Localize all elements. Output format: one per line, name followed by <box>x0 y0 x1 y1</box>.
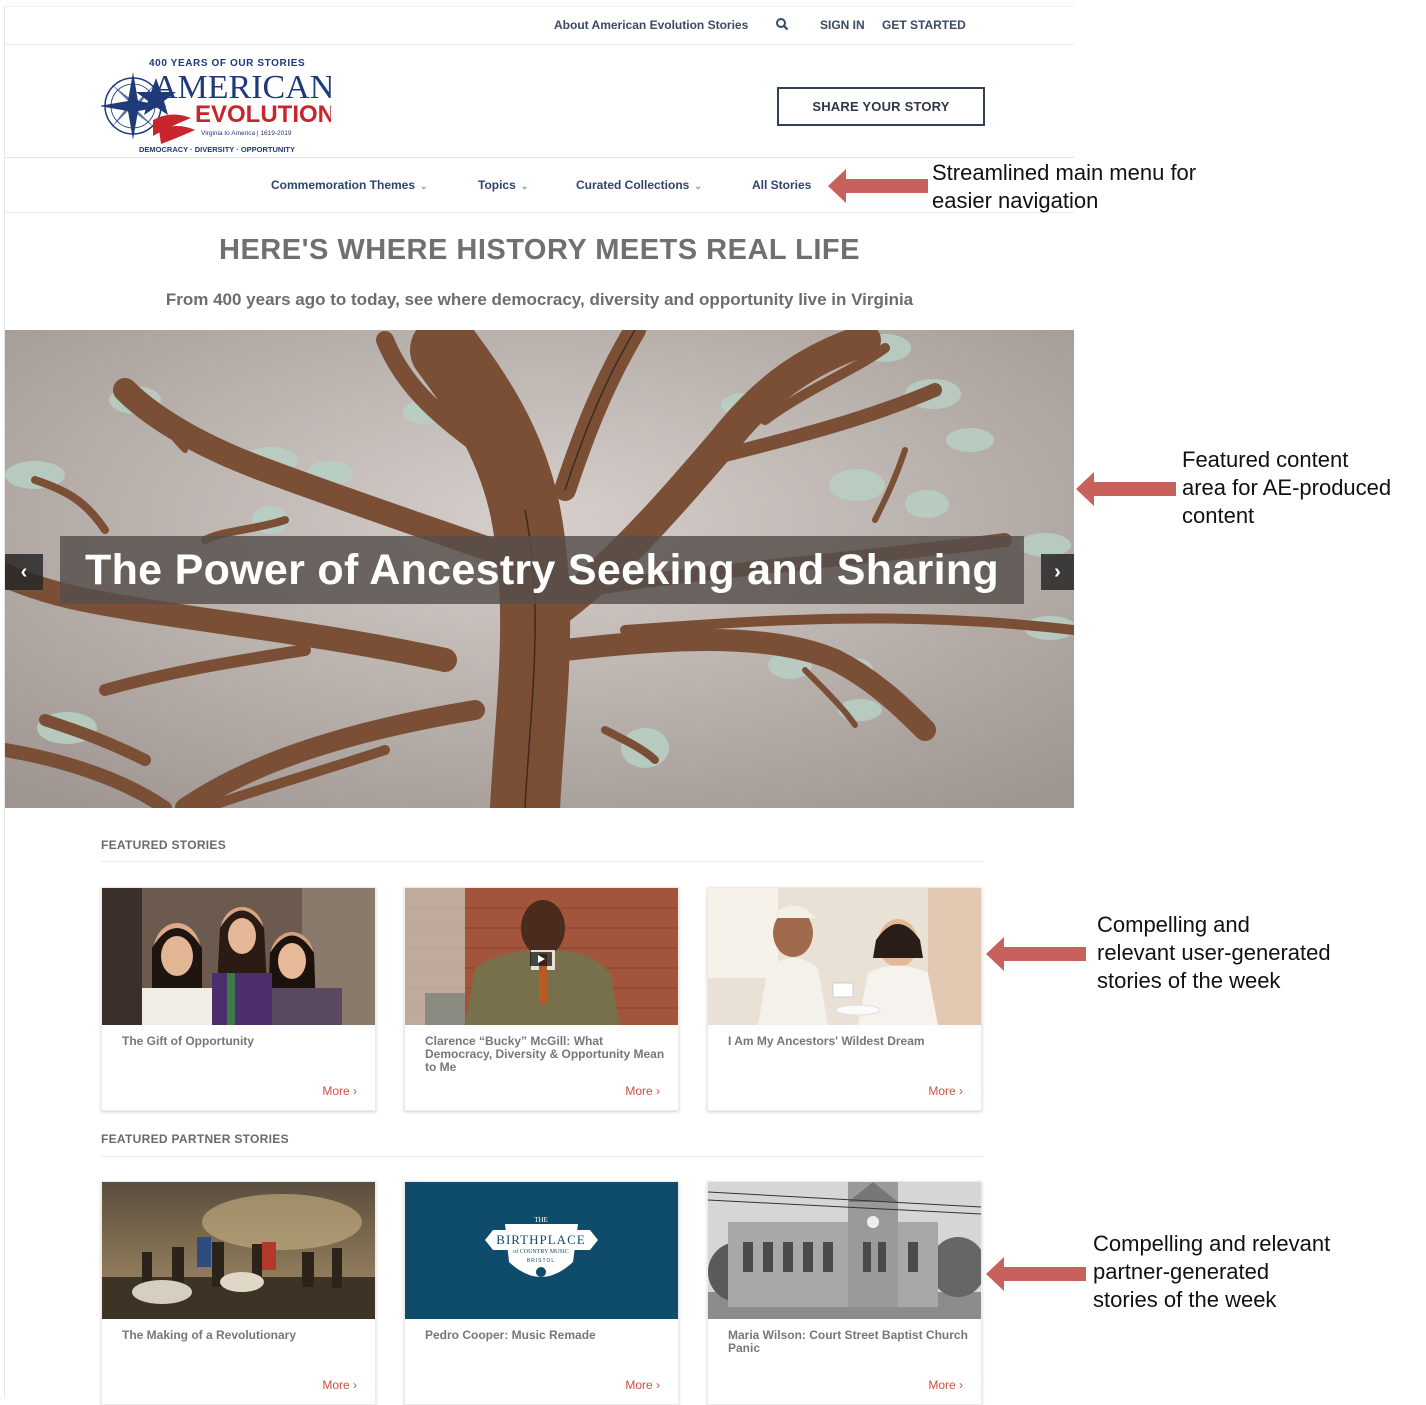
annotation-line: stories of the week <box>1097 968 1281 993</box>
more-link[interactable]: More › <box>625 1084 660 1098</box>
svg-text:THE: THE <box>534 1216 548 1224</box>
share-your-story-button[interactable]: SHARE YOUR STORY <box>777 87 985 126</box>
more-link[interactable]: More › <box>322 1084 357 1098</box>
logo-tagline: Virginia to America | 1619-2019 <box>201 130 292 137</box>
partner-story-card[interactable]: THE BIRTHPLACE of COUNTRY MUSIC BRISTOL … <box>404 1181 679 1405</box>
logo-bottom-line: DEMOCRACY · DIVERSITY · OPPORTUNITY <box>139 145 295 154</box>
annotation-line: easier navigation <box>932 188 1099 213</box>
annotation-line: Featured content <box>1182 447 1349 472</box>
search-icon[interactable] <box>775 17 789 31</box>
nav-label: Commemoration Themes <box>271 178 416 192</box>
chevron-down-icon: ⌄ <box>694 181 702 191</box>
partner-photo-church <box>708 1182 981 1319</box>
nav-all-stories[interactable]: All Stories <box>752 178 811 192</box>
sign-in-link[interactable]: SIGN IN <box>820 18 865 32</box>
annotation-line: content <box>1182 503 1255 528</box>
annotation-line: Compelling and relevant <box>1093 1231 1331 1256</box>
story-title[interactable]: The Making of a Revolutionary <box>122 1329 362 1342</box>
story-photo-graduates <box>102 888 375 1025</box>
nav-label: Topics <box>478 178 516 192</box>
svg-text:BIRTHPLACE: BIRTHPLACE <box>496 1232 585 1247</box>
chevron-down-icon: ⌄ <box>520 181 529 191</box>
more-link[interactable]: More › <box>322 1378 357 1392</box>
annotation-line: stories of the week <box>1093 1287 1277 1312</box>
callout-arrow-icon <box>986 937 1086 971</box>
carousel-next-arrow-icon[interactable]: › <box>1041 554 1074 590</box>
annotation-line: partner-generated <box>1093 1259 1270 1284</box>
slide-title[interactable]: The Power of Ancestry Seeking and Sharin… <box>60 536 1024 604</box>
partner-photo-birthplace-logo: THE BIRTHPLACE of COUNTRY MUSIC BRISTOL <box>405 1182 678 1319</box>
annotation-partner-stories: Compelling and relevant partner-generate… <box>1093 1230 1330 1314</box>
nav-topics[interactable]: Topics ⌄ <box>478 178 528 192</box>
section-divider <box>101 1156 983 1157</box>
american-evolution-logo[interactable]: 400 YEARS OF OUR STORIES AMERICAN EVOLUT… <box>101 50 331 154</box>
logo-word-evolution: EVOLUTION <box>195 101 331 128</box>
nav-label: All Stories <box>752 178 812 192</box>
partner-story-card[interactable]: Maria Wilson: Court Street Baptist Churc… <box>707 1181 982 1405</box>
callout-arrow-icon <box>1076 472 1176 506</box>
partner-stories-heading: FEATURED PARTNER STORIES <box>101 1132 289 1146</box>
story-title[interactable]: Clarence “Bucky” McGill: What Democracy,… <box>425 1035 665 1074</box>
annotation-line: Compelling and <box>1097 912 1250 937</box>
featured-carousel[interactable]: The Power of Ancestry Seeking and Sharin… <box>5 330 1074 808</box>
more-link[interactable]: More › <box>928 1084 963 1098</box>
hero-headline: HERE'S WHERE HISTORY MEETS REAL LIFE <box>219 234 860 266</box>
annotation-line: Streamlined main menu for <box>932 160 1197 185</box>
chevron-down-icon: ⌄ <box>420 181 428 191</box>
get-started-link[interactable]: GET STARTED <box>882 18 966 32</box>
svg-text:BRISTOL: BRISTOL <box>527 1258 555 1264</box>
story-title[interactable]: I Am My Ancestors' Wildest Dream <box>728 1035 968 1048</box>
website-mockup: About American Evolution Stories SIGN IN… <box>4 6 1074 1405</box>
more-link[interactable]: More › <box>928 1378 963 1392</box>
annotation-line: area for AE-produced <box>1182 475 1392 500</box>
annotation-user-stories: Compelling and relevant user-generated s… <box>1097 911 1331 995</box>
hero-subheading: From 400 years ago to today, see where d… <box>165 290 914 309</box>
annotation-line: relevant user-generated <box>1097 940 1331 965</box>
nav-label: Curated Collections <box>576 178 690 192</box>
partner-story-card[interactable]: The Making of a Revolutionary More › <box>101 1181 376 1405</box>
nav-commemoration-themes[interactable]: Commemoration Themes ⌄ <box>271 178 428 192</box>
carousel-prev-arrow-icon[interactable]: ‹ <box>5 554 43 590</box>
featured-stories-heading: FEATURED STORIES <box>101 838 227 852</box>
utility-bar: About American Evolution Stories SIGN IN… <box>5 6 1074 45</box>
section-divider <box>101 861 983 862</box>
annotation-nav: Streamlined main menu for easier navigat… <box>932 159 1196 215</box>
story-card[interactable]: I Am My Ancestors' Wildest Dream More › <box>707 887 982 1111</box>
callout-arrow-icon <box>828 169 928 203</box>
callout-arrow-icon <box>986 1257 1086 1291</box>
nav-curated-collections[interactable]: Curated Collections ⌄ <box>576 178 702 192</box>
annotation-hero: Featured content area for AE-produced co… <box>1182 446 1391 530</box>
svg-text:of COUNTRY MUSIC: of COUNTRY MUSIC <box>513 1248 568 1255</box>
site-header: 400 YEARS OF OUR STORIES AMERICAN EVOLUT… <box>5 44 1074 158</box>
about-link[interactable]: About American Evolution Stories <box>554 18 748 32</box>
story-card[interactable]: Clarence “Bucky” McGill: What Democracy,… <box>404 887 679 1111</box>
story-title[interactable]: Maria Wilson: Court Street Baptist Churc… <box>728 1329 968 1355</box>
story-photo-video-interview <box>405 888 678 1025</box>
more-link[interactable]: More › <box>625 1378 660 1392</box>
partner-photo-revolution-painting <box>102 1182 375 1319</box>
logo-top-line: 400 YEARS OF OUR STORIES <box>149 58 305 69</box>
story-title[interactable]: The Gift of Opportunity <box>122 1035 362 1048</box>
story-photo-tea <box>708 888 981 1025</box>
story-title[interactable]: Pedro Cooper: Music Remade <box>425 1329 665 1342</box>
story-card[interactable]: The Gift of Opportunity More › <box>101 887 376 1111</box>
